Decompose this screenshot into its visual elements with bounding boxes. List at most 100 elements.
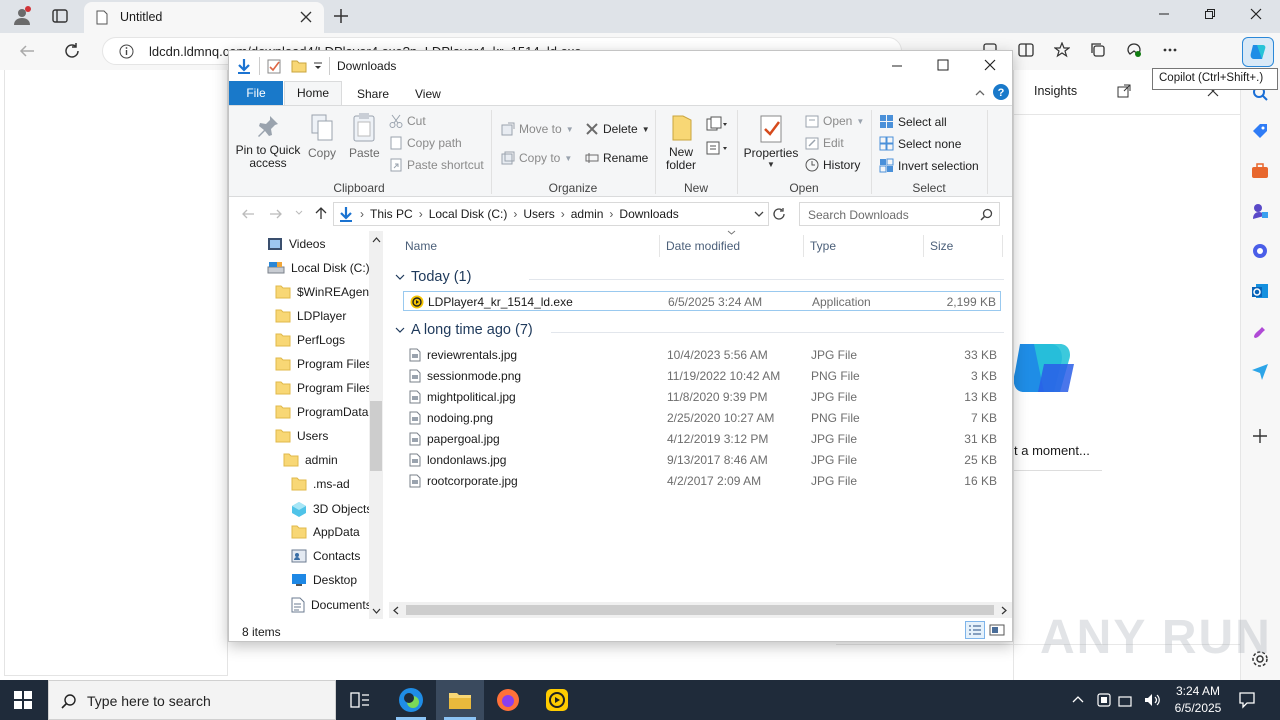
nav-item[interactable]: PerfLogs (275, 333, 345, 347)
outlook-icon[interactable] (1251, 282, 1269, 300)
refresh-icon[interactable] (63, 42, 81, 60)
collections-icon[interactable] (1090, 42, 1106, 58)
scroll-right-icon[interactable] (1001, 606, 1007, 615)
nav-item[interactable]: LDPlayer (275, 309, 346, 323)
help-icon[interactable]: ? (992, 83, 1010, 101)
new-item-icon[interactable] (705, 116, 727, 132)
tab-file[interactable]: File (229, 81, 283, 105)
nav-item[interactable]: Local Disk (C:) (267, 261, 369, 275)
browser-tab[interactable]: Untitled (84, 2, 324, 33)
nav-item[interactable]: .ms-ad (291, 477, 350, 491)
insights-label[interactable]: Insights (1034, 84, 1077, 98)
explorer-maximize-icon[interactable] (937, 59, 949, 71)
delete-button[interactable]: Delete ▼ (585, 122, 650, 136)
explorer-close-icon[interactable] (984, 59, 996, 71)
favorites-icon[interactable] (1054, 42, 1070, 58)
up-folder-icon[interactable] (314, 206, 328, 220)
explorer-refresh-icon[interactable] (772, 207, 786, 221)
ribbon-collapse-icon[interactable] (974, 87, 986, 99)
copy-to-button[interactable]: Copy to ▼ (501, 151, 572, 165)
file-explorer-taskbar-icon[interactable] (436, 680, 484, 720)
column-type[interactable]: Type (810, 239, 836, 253)
open-new-icon[interactable] (1117, 84, 1131, 98)
microsoft-365-icon[interactable] (1251, 242, 1269, 260)
designer-icon[interactable] (1251, 322, 1269, 340)
drop-icon[interactable] (1251, 362, 1269, 380)
breadcrumb-admin[interactable]: admin (571, 207, 604, 221)
file-row[interactable]: londonlaws.jpg 9/13/2017 8:46 AM JPG File 2… (403, 450, 1001, 470)
open-button[interactable]: Open ▼ (805, 114, 864, 128)
copy-path-button[interactable]: Copy path (389, 136, 462, 150)
scroll-down-icon[interactable] (372, 608, 381, 614)
shopping-icon[interactable] (1251, 122, 1269, 140)
easy-access-icon[interactable] (705, 140, 727, 156)
breadcrumb-users[interactable]: Users (523, 207, 554, 221)
select-none-button[interactable]: Select none (879, 136, 961, 151)
close-tab-icon[interactable] (300, 11, 312, 23)
nav-item[interactable]: Program Files (275, 357, 369, 371)
tools-icon[interactable] (1251, 162, 1269, 180)
site-info-icon[interactable] (119, 44, 134, 59)
file-row[interactable]: LDPlayer4_kr_1514_ld.exe 6/5/2025 3:24 AM… (403, 291, 1001, 311)
show-hidden-icons[interactable] (1072, 695, 1084, 703)
copilot-button[interactable] (1242, 37, 1274, 67)
games-icon[interactable] (1251, 202, 1269, 220)
scroll-up-icon[interactable] (372, 237, 381, 243)
recent-locations-icon[interactable] (295, 210, 303, 216)
nav-item[interactable]: Users (275, 429, 328, 443)
new-folder-quick-icon[interactable] (291, 59, 307, 73)
nav-item[interactable]: ProgramData (275, 405, 368, 419)
nav-scrollbar[interactable] (369, 231, 383, 619)
nav-scroll-thumb[interactable] (370, 401, 382, 471)
column-date-modified[interactable]: Date modified (666, 239, 740, 253)
invert-selection-button[interactable]: Invert selection (879, 158, 979, 173)
customize-qat-icon[interactable] (313, 61, 323, 71)
edit-button[interactable]: Edit (805, 136, 844, 150)
large-icons-view-icon[interactable] (989, 623, 1005, 637)
breadcrumb-this-pc[interactable]: This PC (370, 207, 413, 221)
close-window-icon[interactable] (1238, 8, 1274, 20)
taskbar-search[interactable]: Type here to search (48, 680, 336, 720)
breadcrumb[interactable]: › This PC › Local Disk (C:) › Users › ad… (333, 202, 769, 226)
search-downloads-input[interactable]: Search Downloads (799, 202, 1000, 226)
details-view-icon[interactable] (965, 621, 985, 639)
file-row[interactable]: rootcorporate.jpg 4/2/2017 2:09 AM JPG Fil… (403, 471, 1001, 491)
nav-item[interactable]: Program Files (275, 381, 369, 395)
nav-item[interactable]: $WinREAgent (275, 285, 369, 299)
group-header-long-ago[interactable]: A long time ago (7) (395, 322, 533, 338)
address-dropdown-icon[interactable] (754, 211, 764, 219)
nav-item[interactable]: Videos (267, 237, 325, 251)
volume-icon[interactable] (1143, 692, 1161, 708)
split-screen-icon[interactable] (1018, 42, 1034, 58)
network-icon[interactable] (1118, 692, 1136, 708)
file-row[interactable]: mightpolitical.jpg 11/8/2020 9:39 PM JPG F… (403, 387, 1001, 407)
start-button[interactable] (14, 691, 32, 709)
cut-button[interactable]: Cut (389, 114, 426, 128)
explorer-back-icon[interactable] (241, 208, 255, 220)
firefox-taskbar-icon[interactable] (496, 688, 520, 712)
tray-app-icon[interactable] (1096, 692, 1112, 708)
tab-actions-icon[interactable] (52, 8, 68, 24)
file-row[interactable]: nodoing.png 2/25/2020 10:27 AM PNG File 7 K… (403, 408, 1001, 428)
nav-item[interactable]: admin (283, 453, 338, 467)
nav-item[interactable]: Contacts (291, 549, 360, 563)
select-all-button[interactable]: Select all (879, 114, 947, 129)
edge-taskbar-icon[interactable] (388, 680, 434, 720)
explorer-minimize-icon[interactable] (891, 60, 903, 72)
task-view-icon[interactable] (350, 692, 370, 708)
browser-essentials-icon[interactable] (1126, 42, 1142, 58)
hscroll-thumb[interactable] (406, 605, 994, 615)
nav-item[interactable]: Documents (291, 597, 369, 613)
group-header-today[interactable]: Today (1) (395, 269, 471, 285)
file-row[interactable]: papergoal.jpg 4/12/2019 3:12 PM JPG File 31… (403, 429, 1001, 449)
clock-time[interactable]: 3:24 AM (1173, 684, 1223, 698)
tab-view[interactable]: View (415, 87, 441, 101)
tab-home[interactable]: Home (284, 81, 342, 106)
move-to-button[interactable]: Move to ▼ (501, 122, 574, 136)
copy-button[interactable]: Copy (307, 114, 337, 160)
minimize-icon[interactable] (1146, 8, 1182, 20)
notifications-icon[interactable] (1238, 691, 1256, 709)
column-size[interactable]: Size (930, 239, 953, 253)
file-list-hscrollbar[interactable] (389, 602, 1012, 618)
add-sidebar-icon[interactable] (1252, 428, 1268, 444)
